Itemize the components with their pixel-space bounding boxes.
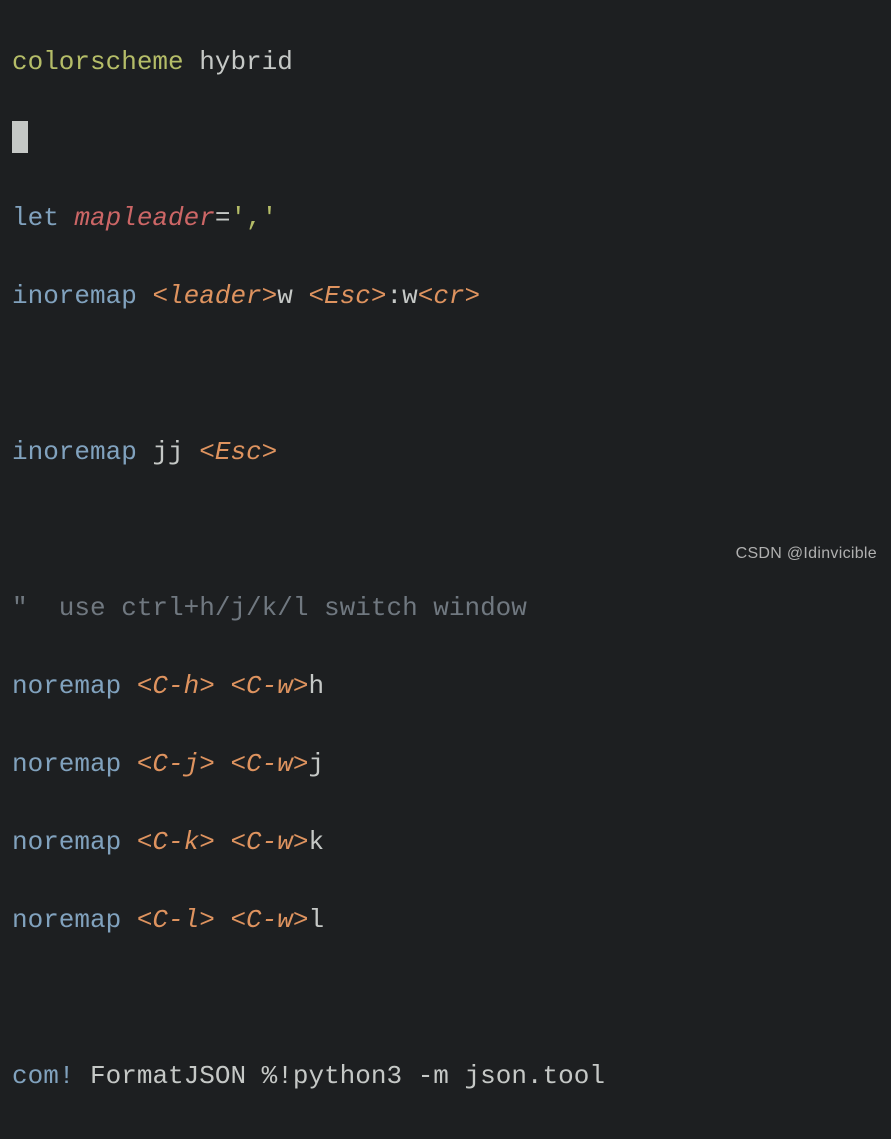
- keycode: <C-h>: [137, 671, 215, 701]
- command-body: %!python3 -m json.tool: [262, 1061, 605, 1091]
- keycode: <leader>: [152, 281, 277, 311]
- vim-keyword: noremap: [12, 671, 121, 701]
- vim-keyword: noremap: [12, 827, 121, 857]
- key-char: k: [308, 827, 324, 857]
- command-name: FormatJSON: [90, 1061, 246, 1091]
- code-line: let mapleader=',': [12, 199, 879, 238]
- code-line: " use ctrl+h/j/k/l switch window: [12, 589, 879, 628]
- key-char: l: [308, 905, 324, 935]
- keycode: <C-w>: [230, 671, 308, 701]
- string-literal: ',': [230, 203, 277, 233]
- scheme-name: hybrid: [199, 47, 293, 77]
- keycode: <C-l>: [137, 905, 215, 935]
- comment-text: " use ctrl+h/j/k/l switch window: [12, 593, 527, 623]
- code-line: noremap <C-l> <C-w>l: [12, 901, 879, 940]
- keycode: <Esc>: [308, 281, 386, 311]
- vim-keyword: noremap: [12, 905, 121, 935]
- key-sequence: jj: [152, 437, 183, 467]
- keycode: <C-j>: [137, 749, 215, 779]
- cursor-block: [12, 121, 28, 153]
- command-text: :w: [387, 281, 418, 311]
- watermark-text: CSDN @Idinvicible: [736, 534, 877, 573]
- code-line: colorscheme hybrid: [12, 43, 879, 82]
- variable-name: mapleader: [74, 203, 214, 233]
- key-char: h: [308, 671, 324, 701]
- keycode: <C-w>: [230, 749, 308, 779]
- code-line-empty: [12, 979, 879, 1018]
- keycode: <C-w>: [230, 905, 308, 935]
- keycode: <C-w>: [230, 827, 308, 857]
- code-line: noremap <C-j> <C-w>j: [12, 745, 879, 784]
- keycode: <Esc>: [199, 437, 277, 467]
- vim-keyword: colorscheme: [12, 47, 184, 77]
- vim-keyword: noremap: [12, 749, 121, 779]
- key-char: j: [308, 749, 324, 779]
- code-line-empty: [12, 355, 879, 394]
- vim-keyword: inoremap: [12, 437, 137, 467]
- code-line: com! FormatJSON %!python3 -m json.tool: [12, 1057, 879, 1096]
- code-line: [12, 121, 879, 160]
- vim-keyword: let: [12, 203, 59, 233]
- operator: =: [215, 203, 231, 233]
- code-line: noremap <C-h> <C-w>h: [12, 667, 879, 706]
- vim-keyword: com!: [12, 1061, 74, 1091]
- code-line: inoremap <leader>w <Esc>:w<cr>: [12, 277, 879, 316]
- code-line: inoremap jj <Esc>: [12, 433, 879, 472]
- vim-keyword: inoremap: [12, 281, 137, 311]
- code-line: noremap <C-k> <C-w>k: [12, 823, 879, 862]
- key-char: w: [277, 281, 293, 311]
- keycode: <cr>: [418, 281, 480, 311]
- keycode: <C-k>: [137, 827, 215, 857]
